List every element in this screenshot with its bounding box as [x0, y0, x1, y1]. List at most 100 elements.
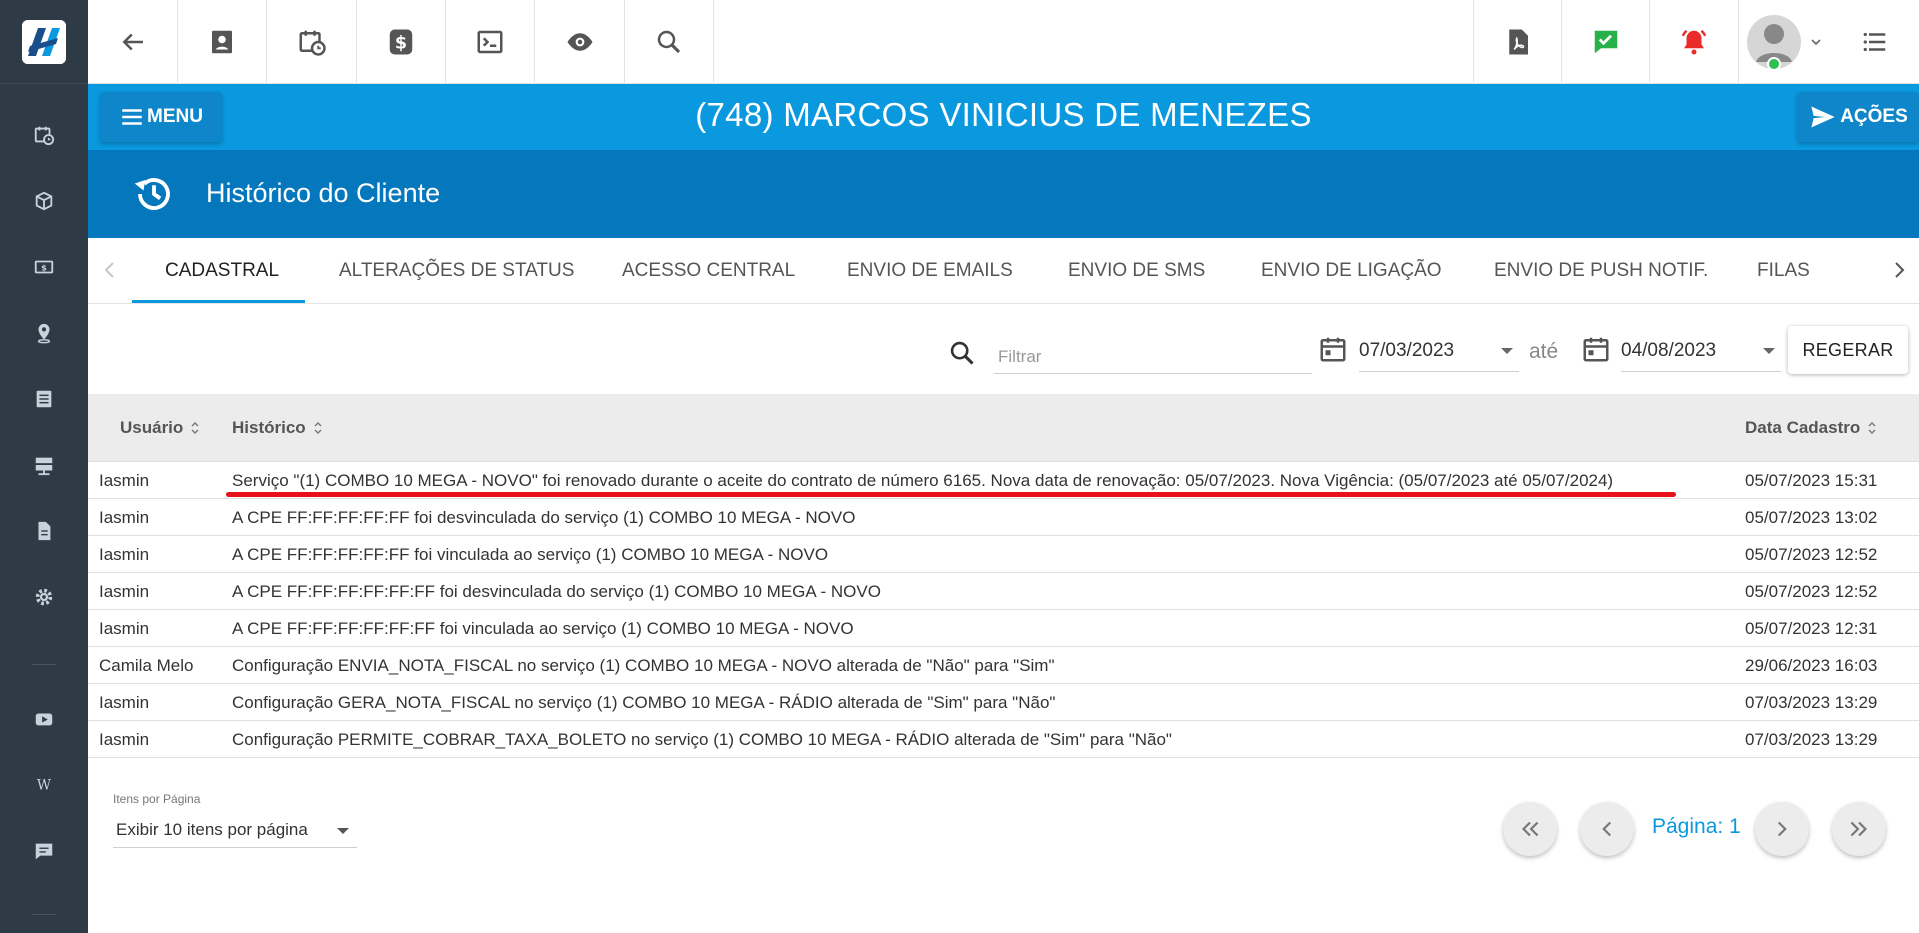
- video-icon[interactable]: [30, 705, 58, 733]
- menu-button[interactable]: MENU: [100, 92, 222, 142]
- column-header-date[interactable]: Data Cadastro: [1745, 418, 1878, 438]
- history-table-body: Iasmin Serviço "(1) COMBO 10 MEGA - NOVO…: [88, 462, 1919, 758]
- table-row[interactable]: Iasmin Configuração PERMITE_COBRAR_TAXA_…: [88, 721, 1919, 758]
- app-logo[interactable]: [22, 20, 66, 64]
- wiki-icon[interactable]: W: [30, 771, 58, 799]
- cell-date: 07/03/2023 13:29: [1745, 693, 1878, 712]
- cell-user: Iasmin: [99, 545, 150, 564]
- sidebar-separator: [0, 83, 88, 84]
- cell-user: Iasmin: [99, 508, 150, 527]
- date-to-field[interactable]: 04/08/2023: [1621, 334, 1781, 372]
- package-icon[interactable]: [30, 187, 58, 215]
- calendar-clock-icon[interactable]: [30, 121, 58, 149]
- contact-button[interactable]: [177, 0, 267, 84]
- date-from-field[interactable]: 07/03/2023: [1359, 334, 1519, 372]
- cell-history: Configuração GERA_NOTA_FISCAL no serviço…: [232, 693, 1056, 712]
- cell-user: Iasmin: [99, 471, 150, 490]
- cell-date: 29/06/2023 16:03: [1745, 656, 1878, 675]
- per-page-select[interactable]: Exibir 10 itens por página: [113, 812, 357, 848]
- location-icon[interactable]: [30, 319, 58, 347]
- page-header: Histórico do Cliente: [88, 150, 1919, 238]
- avatar: [1746, 15, 1801, 71]
- history-icon: [134, 178, 170, 210]
- check-message-icon: [1594, 30, 1617, 54]
- tab-envio-emails[interactable]: ENVIO DE EMAILS: [847, 260, 1013, 282]
- chevron-left-icon[interactable]: [98, 258, 122, 282]
- calendar-clock-icon: [299, 30, 326, 56]
- sort-icon: [314, 422, 322, 434]
- tab-envio-sms[interactable]: ENVIO DE SMS: [1068, 260, 1205, 282]
- chevron-down-icon: [337, 828, 349, 834]
- regerar-button[interactable]: REGERAR: [1788, 326, 1908, 374]
- column-header-history[interactable]: Histórico: [232, 418, 324, 438]
- view-button[interactable]: [535, 0, 625, 84]
- table-row[interactable]: Camila Melo Configuração ENVIA_NOTA_FISC…: [88, 647, 1919, 684]
- actions-button[interactable]: AÇÕES: [1797, 92, 1919, 142]
- next-page-button[interactable]: [1755, 802, 1809, 856]
- cell-history: A CPE FF:FF:FF:FF:FF foi desvinculada do…: [232, 508, 856, 527]
- tab-alteracoes-status[interactable]: ALTERAÇÕES DE STATUS: [339, 260, 574, 282]
- pdf-icon: [1508, 29, 1528, 55]
- money-icon[interactable]: $: [30, 253, 58, 281]
- calendar-icon[interactable]: [1318, 334, 1348, 364]
- gear-icon[interactable]: [30, 583, 58, 611]
- customer-title: (748) MARCOS VINICIUS DE MENEZES: [695, 96, 1312, 133]
- actions-label: AÇÕES: [1840, 106, 1908, 127]
- left-sidebar: $ W: [0, 0, 88, 933]
- search-icon: [657, 30, 681, 54]
- cell-date: 05/07/2023 12:52: [1745, 545, 1878, 564]
- table-row[interactable]: Iasmin A CPE FF:FF:FF:FF:FF foi desvincu…: [88, 499, 1919, 536]
- pdf-button[interactable]: [1473, 0, 1561, 84]
- svg-text:W: W: [37, 778, 52, 794]
- page-title: Histórico do Cliente: [206, 178, 441, 208]
- chevron-right-icon: [1777, 821, 1787, 837]
- tab-filas[interactable]: FILAS: [1757, 260, 1810, 282]
- cell-date: 05/07/2023 15:31: [1745, 471, 1878, 490]
- cell-history: A CPE FF:FF:FF:FF:FF:FF foi desvinculada…: [232, 582, 881, 601]
- search-icon: [950, 341, 974, 365]
- document-icon[interactable]: [30, 517, 58, 545]
- chevron-right-icon[interactable]: [1887, 258, 1911, 282]
- cell-user: Iasmin: [99, 582, 150, 601]
- tab-envio-ligacao[interactable]: ENVIO DE LIGAÇÃO: [1261, 260, 1442, 282]
- previous-page-button[interactable]: [1580, 802, 1634, 856]
- approve-button[interactable]: [1561, 0, 1649, 84]
- search-button[interactable]: [625, 0, 714, 84]
- table-row[interactable]: Iasmin Configuração GERA_NOTA_FISCAL no …: [88, 684, 1919, 721]
- server-icon[interactable]: [30, 451, 58, 479]
- financial-button[interactable]: $: [357, 0, 446, 84]
- filter-input[interactable]: [994, 340, 1312, 374]
- table-row[interactable]: Iasmin Serviço "(1) COMBO 10 MEGA - NOVO…: [88, 462, 1919, 499]
- chevron-left-icon: [1602, 821, 1612, 837]
- list-menu-button[interactable]: [1828, 0, 1919, 84]
- table-row[interactable]: Iasmin A CPE FF:FF:FF:FF:FF:FF foi vincu…: [88, 610, 1919, 647]
- first-page-button[interactable]: [1503, 802, 1557, 856]
- tab-acesso-central[interactable]: ACESSO CENTRAL: [622, 260, 795, 282]
- list-icon[interactable]: [30, 385, 58, 413]
- chat-icon[interactable]: [30, 837, 58, 865]
- cell-user: Iasmin: [99, 693, 150, 712]
- schedule-button[interactable]: [267, 0, 357, 84]
- column-header-user[interactable]: Usuário: [120, 418, 201, 438]
- tab-envio-push[interactable]: ENVIO DE PUSH NOTIF.: [1494, 260, 1708, 282]
- terminal-button[interactable]: [446, 0, 535, 84]
- column-header-label: Usuário: [120, 418, 184, 437]
- calendar-icon[interactable]: [1581, 334, 1611, 364]
- cell-user: Iasmin: [99, 619, 150, 638]
- back-button[interactable]: [88, 0, 177, 84]
- sort-icon: [1868, 422, 1876, 434]
- table-row[interactable]: Iasmin A CPE FF:FF:FF:FF:FF foi vinculad…: [88, 536, 1919, 573]
- per-page-label: Itens por Página: [113, 792, 201, 806]
- dollar-icon: $: [389, 29, 413, 55]
- alerts-button[interactable]: [1649, 0, 1738, 84]
- user-menu-button[interactable]: [1738, 0, 1828, 84]
- double-chevron-left-icon: [1521, 821, 1539, 837]
- cell-user: Camila Melo: [99, 656, 194, 675]
- tab-cadastral[interactable]: CADASTRAL: [165, 260, 279, 282]
- cell-history: Serviço "(1) COMBO 10 MEGA - NOVO" foi r…: [232, 471, 1614, 490]
- table-header: Usuário Histórico Data Cadastro: [88, 394, 1919, 462]
- per-page-value: Exibir 10 itens por página: [116, 820, 308, 839]
- eye-icon: [567, 33, 592, 51]
- last-page-button[interactable]: [1832, 802, 1886, 856]
- table-row[interactable]: Iasmin A CPE FF:FF:FF:FF:FF:FF foi desvi…: [88, 573, 1919, 610]
